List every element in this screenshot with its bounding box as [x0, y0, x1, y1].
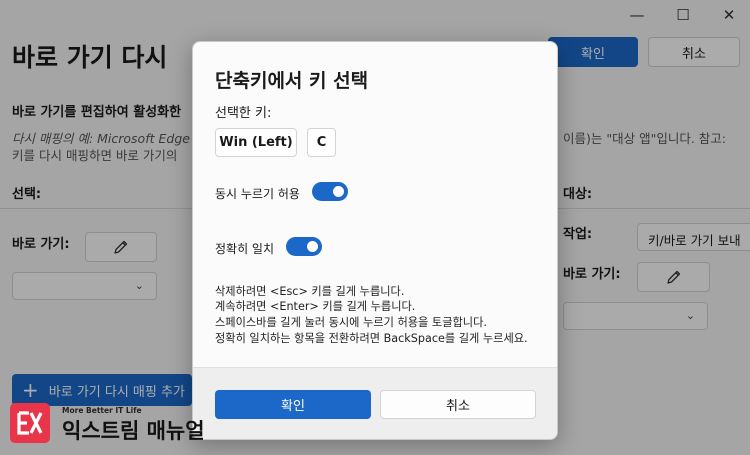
selected-keys-label: 선택한 키: — [215, 106, 272, 121]
dialog-footer: 확인 취소 — [193, 367, 557, 439]
exact-match-label: 정확히 일치 — [215, 242, 275, 256]
key-chip: Win (Left) — [215, 128, 297, 157]
hint-text: 정확히 일치하는 항목을 전환하려면 BackSpace를 길게 누르세요. — [215, 332, 528, 345]
key-chip: C — [307, 128, 336, 157]
dialog-title: 단축키에서 키 선택 — [215, 70, 369, 92]
dialog-ok-button[interactable]: 확인 — [215, 390, 371, 419]
hint-text: 삭제하려면 <Esc> 키를 길게 누릅니다. — [215, 285, 405, 298]
logo-tagline: More Better IT Life — [62, 406, 142, 415]
logo-name: 익스트림 매뉴얼 — [62, 419, 205, 443]
ex-logo-icon — [17, 411, 43, 435]
hint-text: 계속하려면 <Enter> 키를 길게 누릅니다. — [215, 300, 416, 313]
dialog-cancel-button[interactable]: 취소 — [380, 390, 536, 419]
select-keys-dialog: 단축키에서 키 선택 선택한 키: Win (Left) C 동시 누르기 허용… — [192, 41, 558, 440]
toggle-knob — [333, 186, 344, 197]
watermark-logo: More Better IT Life 익스트림 매뉴얼 — [10, 400, 210, 446]
simultaneous-press-label: 동시 누르기 허용 — [215, 187, 300, 201]
hint-text: 스페이스바를 길게 눌러 동시에 누르기 허용을 토글합니다. — [215, 316, 487, 329]
toggle-knob — [307, 241, 318, 252]
exact-match-toggle[interactable] — [286, 237, 322, 256]
simultaneous-press-toggle[interactable] — [312, 182, 348, 201]
logo-mark — [10, 403, 50, 443]
